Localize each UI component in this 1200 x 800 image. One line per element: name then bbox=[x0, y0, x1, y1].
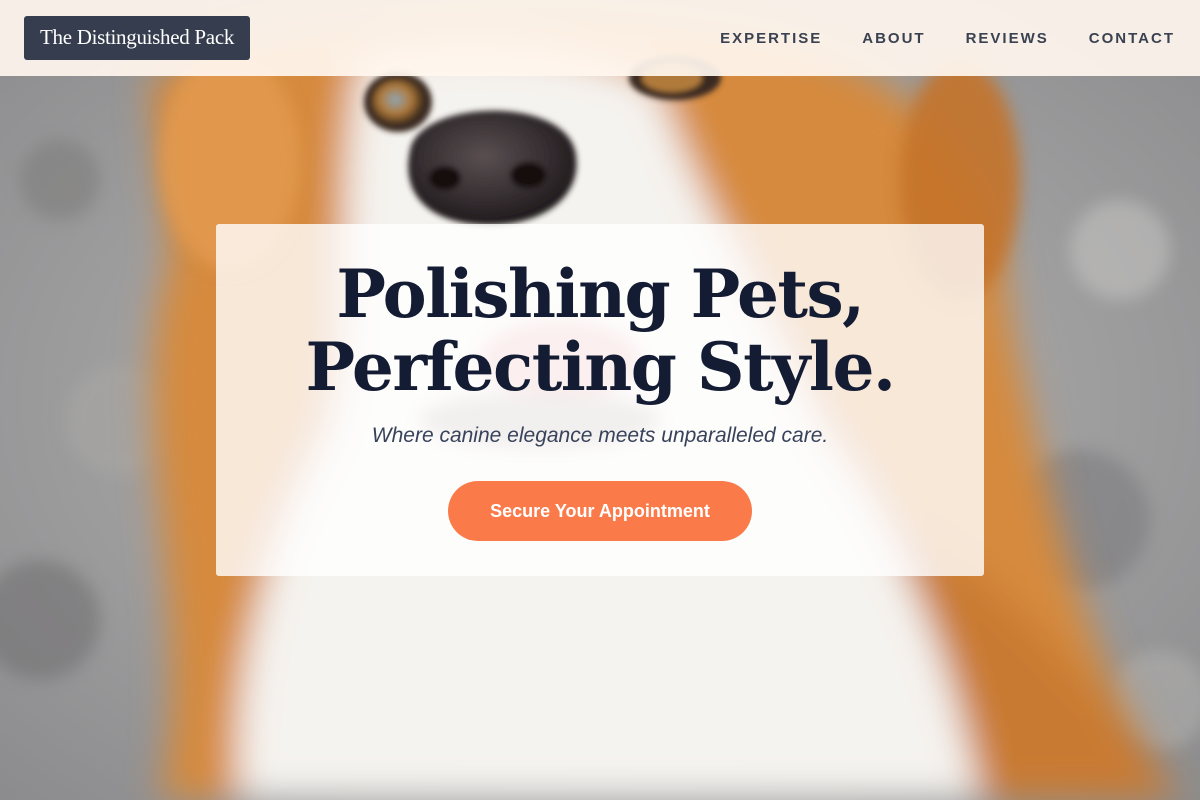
hero-title: Polishing Pets, Perfecting Style. bbox=[216, 258, 984, 404]
hero-card: Polishing Pets, Perfecting Style. Where … bbox=[216, 224, 984, 576]
hero-subtitle: Where canine elegance meets unparalleled… bbox=[371, 424, 829, 447]
secure-appointment-button[interactable]: Secure Your Appointment bbox=[448, 481, 752, 541]
nav-link-contact[interactable]: CONTACT bbox=[1089, 30, 1175, 47]
brand-logo[interactable]: The Distinguished Pack bbox=[24, 16, 251, 60]
landing-page: The Distinguished Pack EXPERTISE ABOUT R… bbox=[0, 0, 1200, 800]
nav-link-expertise[interactable]: EXPERTISE bbox=[720, 30, 822, 47]
main-nav: EXPERTISE ABOUT REVIEWS CONTACT bbox=[720, 30, 1176, 47]
hero-title-line-2: Perfecting Style. bbox=[305, 328, 896, 406]
site-header: The Distinguished Pack EXPERTISE ABOUT R… bbox=[0, 0, 1200, 76]
hero-title-line-1: Polishing Pets, bbox=[336, 255, 865, 333]
nav-link-reviews[interactable]: REVIEWS bbox=[966, 30, 1049, 47]
nav-link-about[interactable]: ABOUT bbox=[862, 30, 925, 47]
